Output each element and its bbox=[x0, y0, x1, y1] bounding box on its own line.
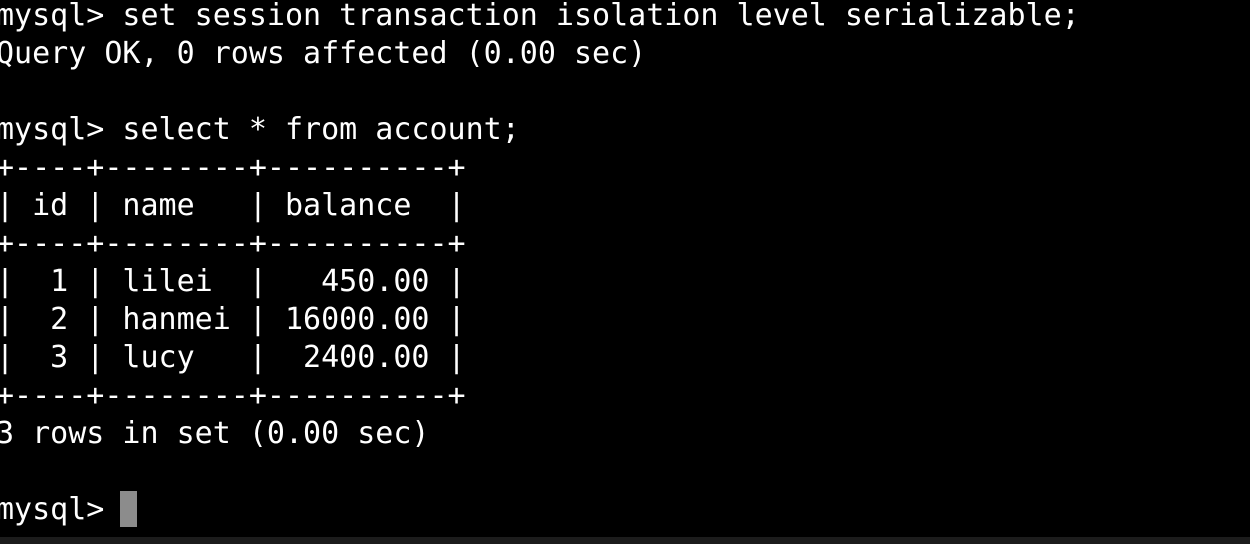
table-border: +----+--------+----------+ bbox=[0, 226, 466, 261]
text-cursor bbox=[120, 491, 137, 527]
window-bottom-edge bbox=[0, 537, 1250, 544]
table-header-row: | id | name | balance | bbox=[0, 188, 466, 223]
output-line: 3 rows in set (0.00 sec) bbox=[0, 416, 430, 451]
table-row: | 3 | lucy | 2400.00 | bbox=[0, 340, 466, 375]
output-line: Query OK, 0 rows affected (0.00 sec) bbox=[0, 36, 647, 71]
prompt-line[interactable]: mysql> bbox=[0, 491, 122, 529]
command-line: mysql> set session transaction isolation… bbox=[0, 0, 1080, 33]
table-border: +----+--------+----------+ bbox=[0, 150, 466, 185]
table-row: | 2 | hanmei | 16000.00 | bbox=[0, 302, 466, 337]
table-border: +----+--------+----------+ bbox=[0, 378, 466, 413]
table-row: | 1 | lilei | 450.00 | bbox=[0, 264, 466, 299]
command-line: mysql> select * from account; bbox=[0, 112, 520, 147]
terminal-window[interactable]: mysql> set session transaction isolation… bbox=[0, 0, 1250, 544]
